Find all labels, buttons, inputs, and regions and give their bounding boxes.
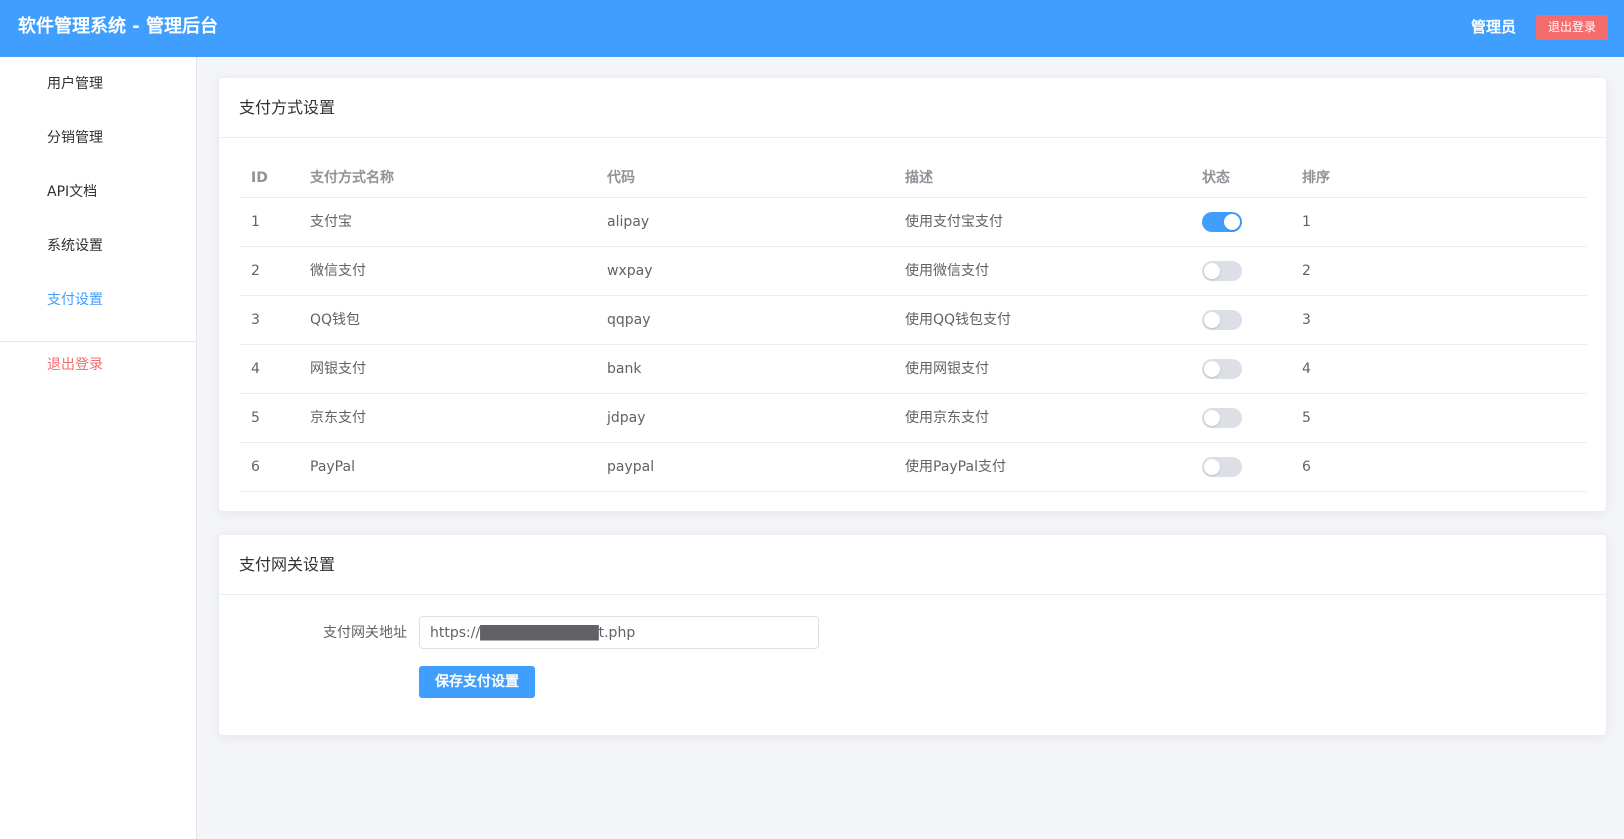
- current-user: 管理员: [1470, 18, 1516, 36]
- row-name: QQ钱包: [310, 312, 361, 328]
- column-header-name: 支付方式名称: [310, 170, 394, 186]
- row-code: alipay: [607, 214, 650, 230]
- row-id: 5: [251, 410, 260, 426]
- row-description: 使用网银支付: [905, 361, 989, 377]
- toggle-knob: [1224, 214, 1240, 230]
- toggle-knob: [1204, 263, 1220, 279]
- row-description: 使用京东支付: [905, 410, 989, 426]
- gateway-settings-title: 支付网关设置: [219, 535, 1606, 595]
- row-id: 4: [251, 361, 260, 377]
- column-header-description: 描述: [905, 170, 933, 186]
- table-row: 6 PayPal paypal 使用PayPal支付 6: [239, 443, 1587, 492]
- row-name: 网银支付: [310, 361, 366, 377]
- row-code: qqpay: [607, 312, 651, 328]
- sidebar-item-system-settings[interactable]: 系统设置: [47, 236, 103, 256]
- row-description: 使用PayPal支付: [905, 459, 1006, 475]
- save-payment-settings-button[interactable]: 保存支付设置: [419, 666, 535, 698]
- sidebar-item-api-docs[interactable]: API文档: [47, 182, 97, 202]
- sidebar-divider: [0, 341, 197, 342]
- status-toggle[interactable]: [1202, 261, 1242, 281]
- toggle-knob: [1204, 312, 1220, 328]
- payment-methods-card: 支付方式设置 ID 支付方式名称 代码 描述 状态 排序 1 支付宝 alipa…: [218, 77, 1607, 512]
- app-title: 软件管理系统 - 管理后台: [18, 16, 219, 37]
- column-header-code: 代码: [607, 170, 635, 186]
- table-header-row: ID 支付方式名称 代码 描述 状态 排序: [239, 158, 1587, 198]
- row-name: 微信支付: [310, 263, 366, 279]
- toggle-knob: [1204, 410, 1220, 426]
- row-sort: 1: [1302, 214, 1311, 230]
- row-sort: 2: [1302, 263, 1311, 279]
- table-row: 3 QQ钱包 qqpay 使用QQ钱包支付 3: [239, 296, 1587, 345]
- row-description: 使用支付宝支付: [905, 214, 1003, 230]
- sidebar: 用户管理 分销管理 API文档 系统设置 支付设置 退出登录: [0, 57, 197, 839]
- row-id: 3: [251, 312, 260, 328]
- status-toggle[interactable]: [1202, 359, 1242, 379]
- status-toggle[interactable]: [1202, 310, 1242, 330]
- status-toggle[interactable]: [1202, 212, 1242, 232]
- header-logout-button[interactable]: 退出登录: [1536, 15, 1608, 40]
- row-code: wxpay: [607, 263, 653, 279]
- row-code: bank: [607, 361, 642, 377]
- payment-methods-table: ID 支付方式名称 代码 描述 状态 排序 1 支付宝 alipay 使用支付宝…: [239, 158, 1587, 492]
- row-sort: 4: [1302, 361, 1311, 377]
- row-id: 1: [251, 214, 260, 230]
- gateway-url-input[interactable]: [419, 616, 819, 649]
- payment-methods-title: 支付方式设置: [219, 78, 1606, 138]
- sidebar-item-users[interactable]: 用户管理: [47, 74, 103, 94]
- status-toggle[interactable]: [1202, 408, 1242, 428]
- column-header-sort: 排序: [1302, 170, 1330, 186]
- row-id: 6: [251, 459, 260, 475]
- row-code: paypal: [607, 459, 655, 475]
- row-sort: 5: [1302, 410, 1311, 426]
- row-description: 使用QQ钱包支付: [905, 312, 1012, 328]
- toggle-knob: [1204, 459, 1220, 475]
- row-id: 2: [251, 263, 260, 279]
- row-name: PayPal: [310, 459, 355, 475]
- row-name: 京东支付: [310, 410, 366, 426]
- sidebar-item-distribution[interactable]: 分销管理: [47, 128, 103, 148]
- top-header: 软件管理系统 - 管理后台 管理员 退出登录: [0, 0, 1624, 57]
- status-toggle[interactable]: [1202, 457, 1242, 477]
- table-row: 4 网银支付 bank 使用网银支付 4: [239, 345, 1587, 394]
- column-header-id: ID: [251, 170, 268, 186]
- row-name: 支付宝: [310, 214, 352, 230]
- table-row: 1 支付宝 alipay 使用支付宝支付 1: [239, 198, 1587, 247]
- row-sort: 6: [1302, 459, 1311, 475]
- sidebar-item-payment-settings[interactable]: 支付设置: [47, 290, 103, 310]
- column-header-status: 状态: [1202, 170, 1230, 186]
- gateway-settings-card: 支付网关设置 支付网关地址 保存支付设置: [218, 534, 1607, 736]
- row-sort: 3: [1302, 312, 1311, 328]
- table-row: 2 微信支付 wxpay 使用微信支付 2: [239, 247, 1587, 296]
- gateway-url-label: 支付网关地址: [323, 625, 407, 641]
- row-description: 使用微信支付: [905, 263, 989, 279]
- sidebar-logout[interactable]: 退出登录: [47, 355, 103, 375]
- row-code: jdpay: [607, 410, 646, 426]
- table-row: 5 京东支付 jdpay 使用京东支付 5: [239, 394, 1587, 443]
- toggle-knob: [1204, 361, 1220, 377]
